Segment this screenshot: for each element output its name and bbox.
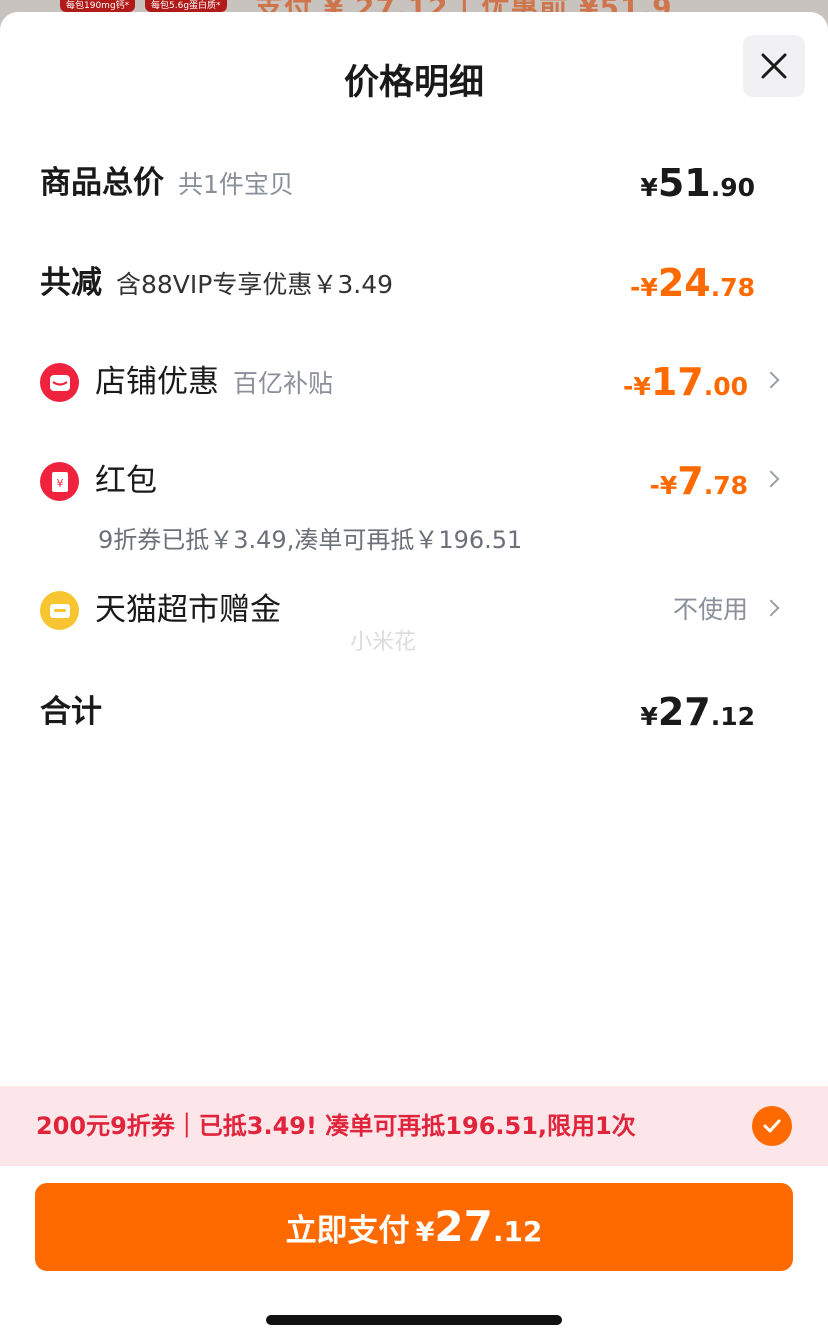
goods-total-label-group: 商品总价 共1件宝贝 xyxy=(40,155,294,213)
check-icon[interactable] xyxy=(752,1106,792,1146)
tmall-gold-label: 天猫超市赠金 xyxy=(95,592,281,628)
total-reduction-row: 共减 含88VIP专享优惠￥3.49 -¥24.78 xyxy=(40,255,788,311)
pay-now-button[interactable]: 立即支付 ¥27.12 xyxy=(35,1183,793,1271)
goods-total-label: 商品总价 xyxy=(40,165,164,201)
shop-discount-label: 店铺优惠 xyxy=(95,364,219,400)
shop-discount-label-group: 店铺优惠 百亿补贴 xyxy=(95,354,333,412)
coupon-promo-bar[interactable]: 200元9折券｜已抵3.49! 凑单可再抵196.51,限用1次 xyxy=(0,1086,828,1166)
coupon-usage-note: 9折券已抵￥3.49,凑单可再抵￥196.51 xyxy=(98,526,523,554)
red-packet-label: 红包 xyxy=(95,463,157,499)
goods-total-amount: ¥51.90 xyxy=(640,161,755,205)
chevron-right-icon xyxy=(762,599,780,617)
pay-amount-int: 27 xyxy=(434,1202,493,1251)
product-tag: 每包190mg钙* xyxy=(60,0,136,12)
pay-now-label: 立即支付 xyxy=(285,1213,410,1249)
subsidy-badge: 百亿补贴 xyxy=(233,369,334,398)
watermark: 小米花 xyxy=(350,630,417,655)
product-tag: 每包5.6g蛋白质* xyxy=(145,0,227,12)
total-reduction-label: 共减 xyxy=(40,265,102,301)
pay-currency: ¥ xyxy=(415,1217,435,1248)
sum-label: 合计 xyxy=(40,694,102,730)
total-reduction-label-group: 共减 含88VIP专享优惠￥3.49 xyxy=(40,255,393,313)
chevron-right-icon xyxy=(762,371,780,389)
item-count: 共1件宝贝 xyxy=(178,170,294,199)
chevron-right-icon xyxy=(762,470,780,488)
red-packet-amount: -¥7.78 xyxy=(649,459,748,503)
close-button[interactable] xyxy=(743,35,805,97)
coupon-promo-text: 200元9折券｜已抵3.49! 凑单可再抵196.51,限用1次 xyxy=(36,1112,636,1140)
tmall-gold-status: 不使用 xyxy=(672,595,748,624)
home-indicator xyxy=(266,1315,562,1325)
shop-icon xyxy=(40,363,79,402)
sum-row: 合计 ¥27.12 xyxy=(40,684,788,740)
total-reduction-amount: -¥24.78 xyxy=(630,261,755,305)
page-title: 价格明细 xyxy=(343,63,484,103)
pay-amount-dec: .12 xyxy=(492,1215,543,1248)
goods-total-row: 商品总价 共1件宝贝 ¥51.90 xyxy=(40,155,788,211)
red-packet-icon: ¥ xyxy=(40,462,79,501)
red-packet-row[interactable]: ¥ 红包 -¥7.78 xyxy=(40,453,788,509)
close-icon xyxy=(761,53,787,79)
shop-discount-row[interactable]: 店铺优惠 百亿补贴 -¥17.00 xyxy=(40,354,788,410)
vip-discount-note: 含88VIP专享优惠￥3.49 xyxy=(116,270,394,299)
sum-amount: ¥27.12 xyxy=(640,690,755,734)
price-detail-sheet: 价格明细 商品总价 共1件宝贝 ¥51.90 共减 含88VIP专享优惠￥3.49 … xyxy=(0,12,828,1344)
svg-text:¥: ¥ xyxy=(56,477,63,490)
gold-icon xyxy=(40,591,79,630)
shop-discount-amount: -¥17.00 xyxy=(623,360,748,404)
